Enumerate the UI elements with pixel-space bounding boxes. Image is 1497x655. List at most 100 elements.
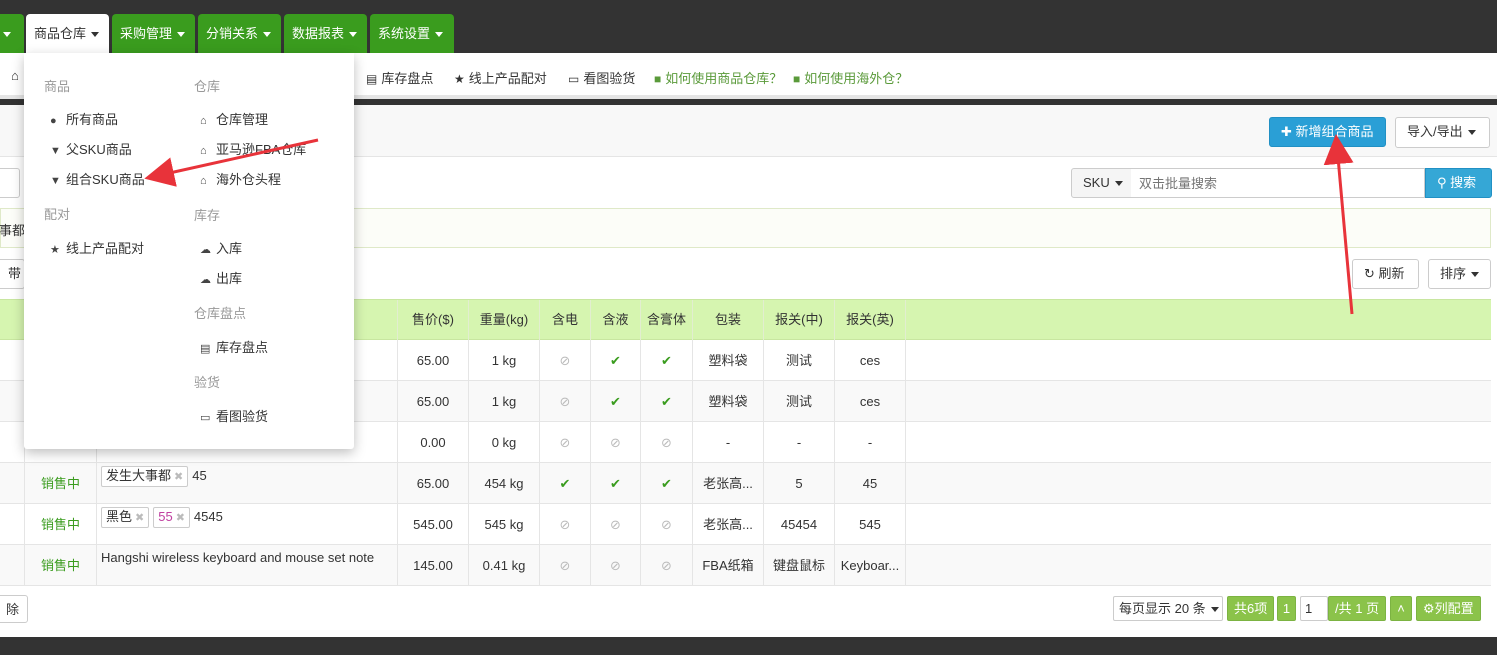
- dd-section-goods: 商品: [44, 79, 71, 94]
- import-export-button[interactable]: 导入/导出: [1395, 117, 1490, 148]
- table-row[interactable]: 销售中 发生大事都 ✖ 45 65.00 454 kg ✔ ✔ ✔ 老张高... 5 45: [0, 463, 1491, 504]
- cell-cn: 键盘鼠标: [764, 545, 835, 586]
- th-paste[interactable]: 含膏体: [641, 300, 693, 340]
- status-badge: 销售中: [25, 463, 97, 504]
- table-row[interactable]: 销售中 黑色 ✖ 55 ✖ 4545 545.00 545 kg ⊘ ⊘ ⊘ 老张高... 45454 5…: [0, 504, 1491, 545]
- nav-tab-settings[interactable]: 系统设置: [370, 14, 454, 53]
- attribute-tag[interactable]: 黑色 ✖: [101, 507, 150, 528]
- filter-icon: ▼: [50, 145, 61, 157]
- attribute-tag[interactable]: 55 ✖: [153, 507, 190, 528]
- attribute-tag[interactable]: 发生大事都 ✖: [101, 466, 189, 487]
- dd-item-parent-sku[interactable]: ▼ 父SKU商品: [50, 139, 132, 158]
- subnav-stock-check[interactable]: ▤ 库存盘点: [366, 68, 433, 87]
- close-icon[interactable]: ✖: [135, 512, 144, 524]
- dd-item-wh-manage[interactable]: ⌂ 仓库管理: [200, 109, 268, 128]
- ban-icon: ⊘: [540, 340, 591, 381]
- cell-price: 145.00: [398, 545, 469, 586]
- per-page-select[interactable]: 每页显示 20 条: [1113, 596, 1223, 621]
- check-icon: ✔: [591, 340, 641, 381]
- row-checkbox-cell[interactable]: [0, 381, 25, 422]
- list-icon: ▤: [366, 72, 378, 86]
- th-electric[interactable]: 含电: [540, 300, 591, 340]
- delete-button[interactable]: 除: [0, 595, 28, 623]
- page-input[interactable]: 1: [1300, 596, 1328, 621]
- th-customs-cn[interactable]: 报关(中): [764, 300, 835, 340]
- dd-item-combo-sku[interactable]: ▼ 组合SKU商品: [50, 169, 145, 188]
- search-input[interactable]: [1131, 168, 1425, 198]
- dd-item-amazon-fba[interactable]: ⌂ 亚马逊FBA仓库: [200, 139, 306, 158]
- search-type-select[interactable]: SKU: [1071, 168, 1132, 198]
- cell-cn: 测试: [764, 381, 835, 422]
- nav-tab-prev[interactable]: [0, 14, 24, 53]
- row-checkbox-cell[interactable]: [0, 422, 25, 463]
- th-customs-en[interactable]: 报关(英): [835, 300, 906, 340]
- ban-icon: ⊘: [540, 422, 591, 463]
- left-control[interactable]: [0, 168, 20, 198]
- chevron-down-icon: [435, 32, 444, 38]
- refresh-icon: ↻: [1364, 266, 1375, 281]
- cell-weight: 1 kg: [469, 340, 540, 381]
- row-checkbox-cell[interactable]: [0, 463, 25, 504]
- cloud-upload-icon: ☁: [200, 244, 211, 256]
- check-icon: ✔: [591, 381, 641, 422]
- ban-icon: ⊘: [641, 504, 693, 545]
- goods-warehouse-dropdown: 商品 ● 所有商品 ▼ 父SKU商品 ▼ 组合SKU商品 配对 ★ 线上产品配对 仓库 …: [24, 53, 354, 449]
- chevron-down-icon: [263, 32, 272, 38]
- chevron-down-icon: [91, 32, 100, 38]
- cell-weight: 545 kg: [469, 504, 540, 545]
- dd-item-outbound[interactable]: ☁ 出库: [200, 268, 242, 287]
- home-icon: ⌂: [200, 145, 207, 157]
- refresh-button[interactable]: ↻ 刷新: [1352, 259, 1419, 289]
- nav-tab-purchase[interactable]: 采购管理: [112, 14, 195, 53]
- product-name: 45: [192, 468, 207, 483]
- close-icon[interactable]: ✖: [174, 471, 183, 483]
- column-config-button[interactable]: ⚙列配置: [1416, 596, 1481, 621]
- list-icon: ▤: [200, 343, 211, 355]
- subnav-help-overseas[interactable]: ■ 如何使用海外仓？: [793, 68, 908, 87]
- th-liquid[interactable]: 含液: [591, 300, 641, 340]
- chevron-down-icon: [177, 32, 186, 38]
- home-icon[interactable]: ⌂: [11, 68, 19, 83]
- left-toolbar-button[interactable]: 带: [0, 259, 25, 289]
- nav-tab-distribution[interactable]: 分销关系: [198, 14, 281, 53]
- dd-item-image-inspect[interactable]: ▭ 看图验货: [200, 406, 268, 425]
- cell-cn: 测试: [764, 340, 835, 381]
- dd-item-inbound[interactable]: ☁ 入库: [200, 238, 242, 257]
- row-checkbox-cell[interactable]: [0, 340, 25, 381]
- row-checkbox-cell[interactable]: [0, 545, 25, 586]
- subnav-help-warehouse[interactable]: ■ 如何使用商品仓库？: [654, 68, 782, 87]
- search-button[interactable]: ⚲ 搜索: [1425, 168, 1492, 198]
- dd-section-inspect: 验货: [194, 375, 221, 390]
- cell-pkg: -: [693, 422, 764, 463]
- scroll-top-button[interactable]: ˄: [1390, 596, 1412, 621]
- dd-item-overseas[interactable]: ⌂ 海外仓头程: [200, 169, 281, 188]
- dd-item-all-goods[interactable]: ● 所有商品: [50, 109, 118, 128]
- th-weight[interactable]: 重量(kg): [469, 300, 540, 340]
- close-icon[interactable]: ✖: [176, 512, 185, 524]
- th-package[interactable]: 包装: [693, 300, 764, 340]
- cell-pkg: 老张高...: [693, 463, 764, 504]
- nav-tab-reports[interactable]: 数据报表: [284, 14, 367, 53]
- cell-en: 45: [835, 463, 906, 504]
- page-number[interactable]: 1: [1277, 596, 1296, 621]
- home-icon: ⌂: [200, 115, 207, 127]
- subnav-online-match[interactable]: ★ 线上产品配对: [454, 68, 547, 87]
- table-row[interactable]: 销售中 Hangshi wireless keyboard and mouse s…: [0, 545, 1491, 586]
- chevron-up-icon: ˄: [1397, 601, 1405, 616]
- cell-price: 545.00: [398, 504, 469, 545]
- bottom-bar: [0, 637, 1497, 655]
- row-checkbox-cell[interactable]: [0, 504, 25, 545]
- nav-tab-goods-warehouse[interactable]: 商品仓库: [26, 14, 109, 53]
- sort-button[interactable]: 排序: [1428, 259, 1491, 289]
- cell-weight: 0 kg: [469, 422, 540, 463]
- chevron-down-icon: [1471, 272, 1480, 278]
- subnav-image-inspect[interactable]: ▭ 看图验货: [568, 68, 635, 87]
- dd-item-online-match[interactable]: ★ 线上产品配对: [50, 238, 144, 257]
- th-price[interactable]: 售价($): [398, 300, 469, 340]
- dd-item-stock-check[interactable]: ▤ 库存盘点: [200, 337, 268, 356]
- filter-tag-fragment[interactable]: 事都: [0, 220, 25, 239]
- cell-cn: 5: [764, 463, 835, 504]
- add-combo-goods-button[interactable]: ✚ 新增组合商品: [1269, 117, 1386, 147]
- top-nav: 商品仓库 采购管理 分销关系 数据报表 系统设置: [0, 0, 1497, 53]
- check-icon: ✔: [641, 381, 693, 422]
